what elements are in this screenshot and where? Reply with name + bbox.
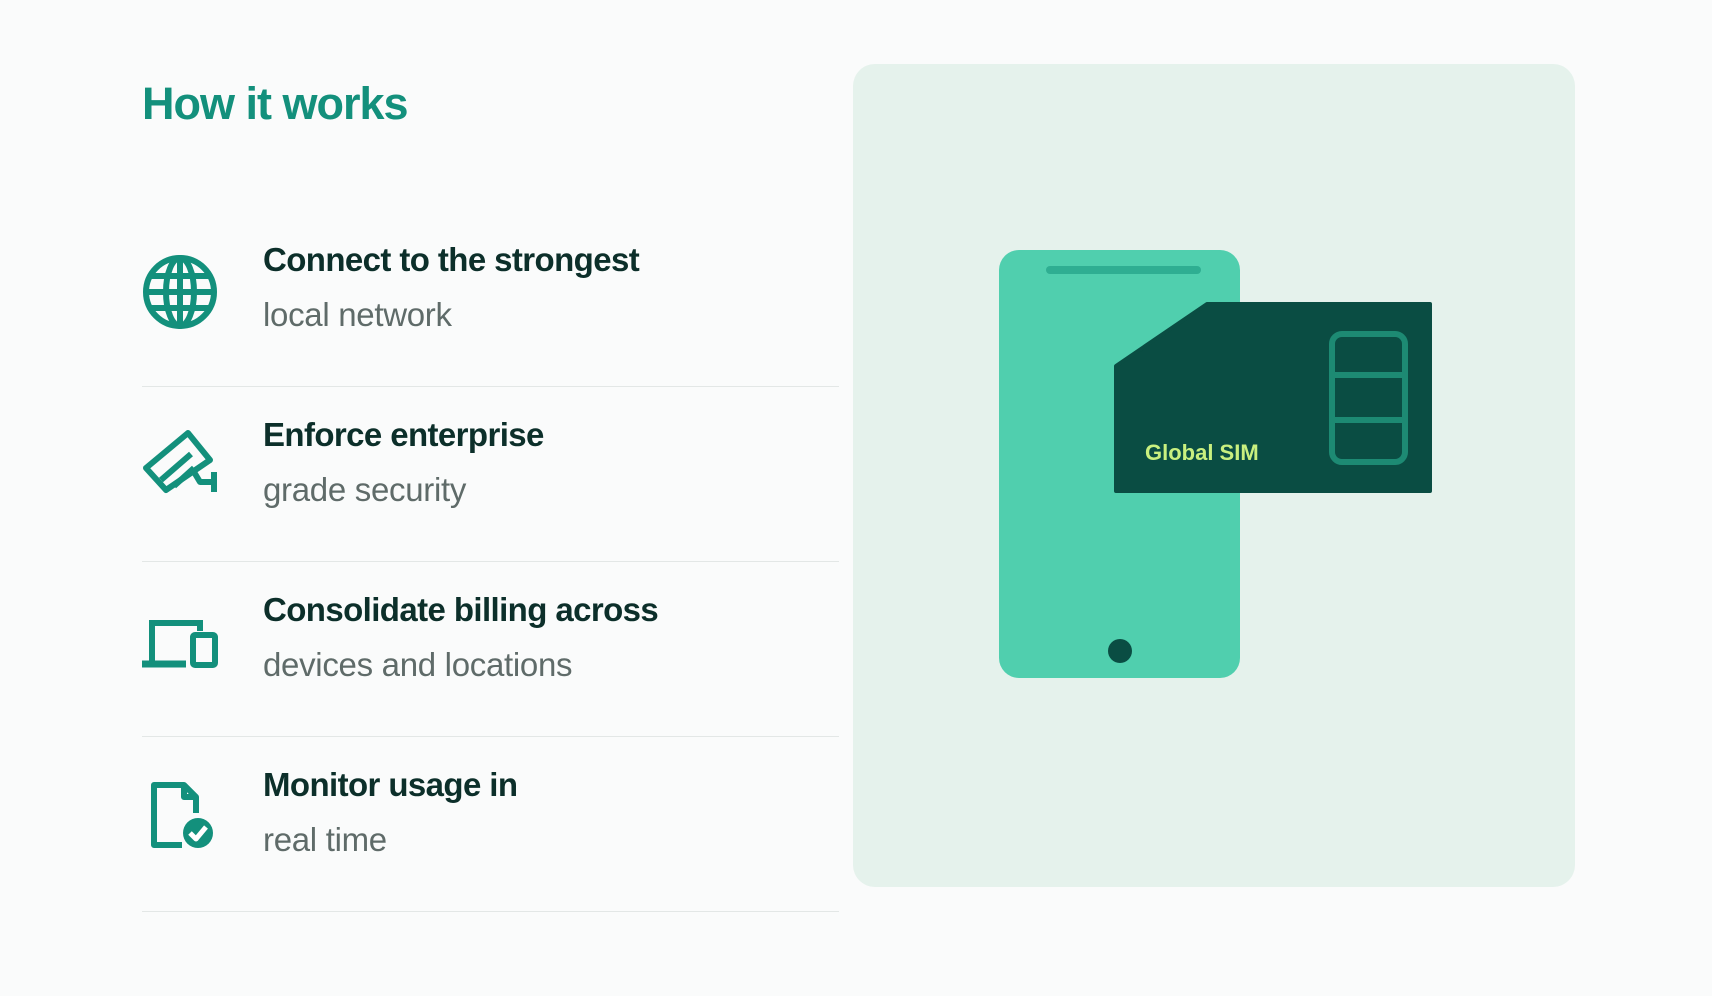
feature-item-billing: Consolidate billing across devices and l…	[142, 562, 839, 737]
devices-icon	[142, 603, 218, 679]
feature-text: Monitor usage in real time	[263, 765, 518, 860]
feature-heading: Connect to the strongest	[263, 241, 640, 278]
feature-subtext: real time	[263, 821, 387, 858]
feature-heading: Monitor usage in	[263, 766, 518, 803]
feature-item-network: Connect to the strongest local network	[142, 212, 839, 387]
how-it-works-section: How it works Connect to the strongest lo…	[0, 0, 1712, 996]
globe-icon	[142, 254, 218, 330]
feature-heading: Enforce enterprise	[263, 416, 544, 453]
feature-text: Consolidate billing across devices and l…	[263, 590, 659, 685]
feature-item-security: Enforce enterprise grade security	[142, 387, 839, 562]
sim-illustration-panel: Global SIM	[853, 64, 1575, 887]
security-camera-icon	[142, 428, 218, 504]
feature-text: Connect to the strongest local network	[263, 240, 640, 335]
feature-subtext: devices and locations	[263, 646, 573, 683]
feature-list: Connect to the strongest local network E…	[142, 212, 839, 912]
document-check-icon	[142, 779, 218, 855]
feature-subtext: local network	[263, 296, 452, 333]
feature-text: Enforce enterprise grade security	[263, 415, 544, 510]
feature-item-monitor: Monitor usage in real time	[142, 737, 839, 912]
section-title: How it works	[142, 78, 409, 129]
feature-subtext: grade security	[263, 471, 467, 508]
feature-heading: Consolidate billing across	[263, 591, 659, 628]
sim-card-icon: Global SIM	[1114, 302, 1432, 493]
sim-label: Global SIM	[1145, 440, 1259, 465]
